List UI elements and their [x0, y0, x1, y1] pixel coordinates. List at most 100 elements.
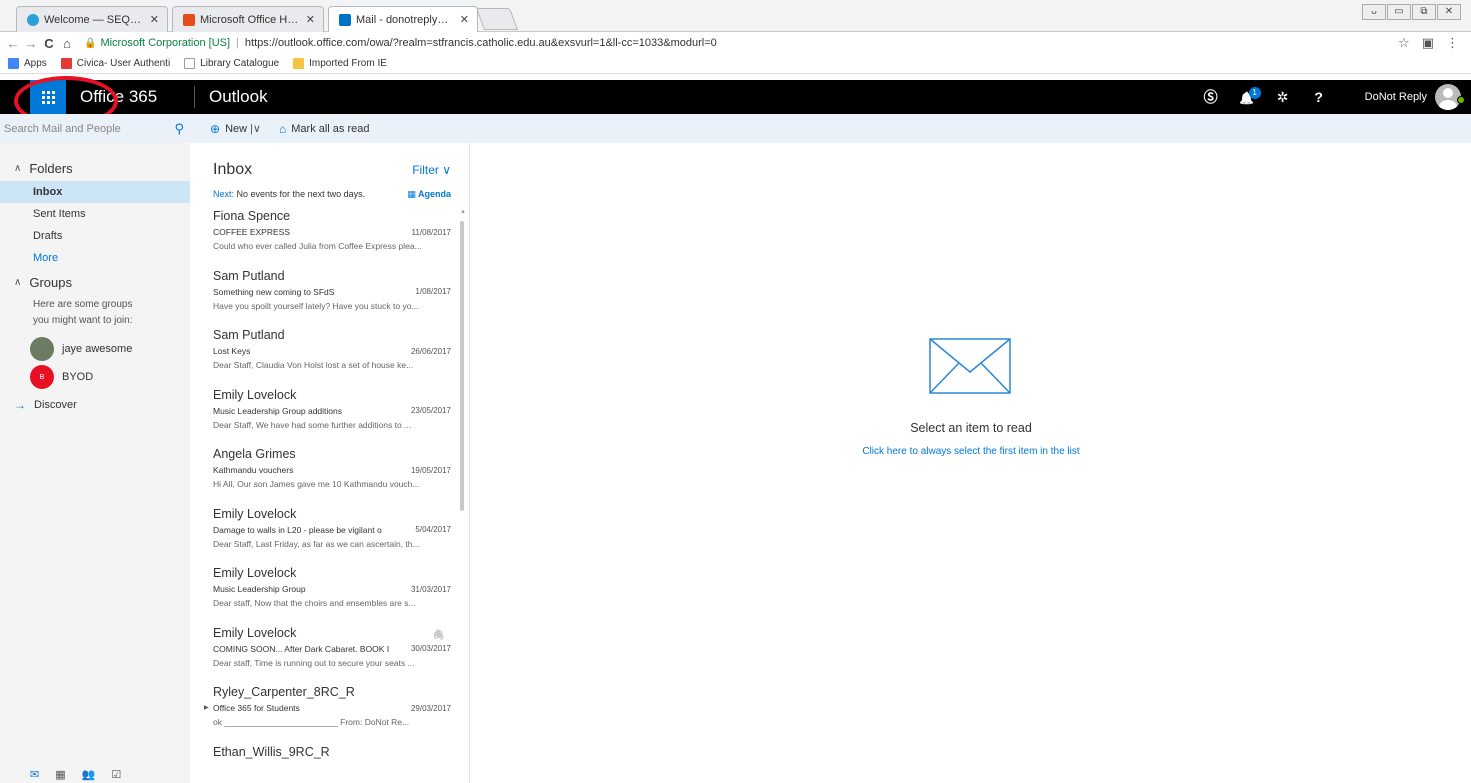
message-date: 19/05/2017: [410, 465, 451, 475]
civica-icon: [60, 58, 72, 69]
groups-header[interactable]: ∧ Groups: [0, 269, 190, 295]
user-name[interactable]: DoNot Reply: [1365, 91, 1427, 103]
folder-sent-items[interactable]: Sent Items: [0, 203, 190, 225]
select-first-item-link[interactable]: Click here to always select the first it…: [471, 446, 1471, 457]
message-preview: Could who ever called Julia from Coffee …: [213, 241, 422, 251]
forward-button[interactable]: →: [22, 36, 40, 51]
filter-dropdown[interactable]: Filter ∨: [412, 163, 451, 177]
people-icon[interactable]: 👥: [82, 768, 96, 781]
groups-note: Here are some groups you might want to j…: [33, 299, 133, 326]
message-subject: Lost Keys: [213, 346, 251, 356]
envelope-icon: [929, 338, 1011, 394]
folder-icon: [293, 58, 305, 69]
command-bar: Search Mail and People ⚲ ⊕ New |∨ ⌂ Mark…: [0, 114, 1471, 143]
security-label: Microsoft Corporation [US]: [100, 37, 231, 49]
mark-all-read-button[interactable]: ⌂ Mark all as read: [279, 122, 370, 136]
discover-groups-link[interactable]: → Discover: [0, 393, 190, 417]
gear-icon[interactable]: ✲: [1265, 89, 1301, 106]
message-preview: Dear Staff, Claudia Von Holst lost a set…: [213, 360, 414, 370]
back-button[interactable]: ←: [4, 36, 22, 51]
message-item[interactable]: Emily Lovelock Music Leadership Group ad…: [190, 382, 469, 442]
search-input[interactable]: Search Mail and People: [4, 123, 174, 135]
browser-tab-seqta[interactable]: Welcome — SEQTA Teac ✕: [16, 6, 168, 32]
message-sender: Fiona Spence: [213, 209, 291, 223]
close-tab-icon[interactable]: ✕: [460, 13, 469, 26]
bookmark-library[interactable]: Library Catalogue: [184, 58, 279, 69]
search-box[interactable]: Search Mail and People ⚲: [0, 114, 190, 143]
folder-inbox[interactable]: Inbox: [0, 181, 190, 203]
agenda-link[interactable]: ▦ Agenda: [407, 189, 451, 200]
help-icon[interactable]: ?: [1301, 89, 1337, 105]
home-button[interactable]: ⌂: [58, 36, 76, 51]
next-events-row: Next: No events for the next two days. ▦…: [213, 188, 451, 200]
address-bar[interactable]: 🔒 Microsoft Corporation [US] | https://o…: [84, 33, 1386, 53]
search-icon[interactable]: ⚲: [174, 121, 184, 137]
expand-conversation-icon[interactable]: ▶: [204, 704, 209, 711]
bookmark-star-icon[interactable]: ☆: [1398, 35, 1410, 51]
folders-header[interactable]: ∧ Folders: [0, 155, 190, 181]
app-launcher-button[interactable]: [30, 80, 66, 114]
app-name[interactable]: Outlook: [209, 87, 268, 107]
more-folders-link[interactable]: More: [0, 247, 190, 269]
message-date: 26/06/2017: [410, 346, 451, 356]
user-profile-icon[interactable]: ᴗ: [1362, 4, 1386, 20]
browser-toolbar: ← → C ⌂ 🔒 Microsoft Corporation [US] | h…: [0, 32, 1471, 54]
close-window-button[interactable]: ✕: [1437, 4, 1461, 20]
url-text[interactable]: https://outlook.office.com/owa/?realm=st…: [245, 37, 717, 49]
folder-pane: ∧ Folders Inbox Sent Items Drafts More ∧…: [0, 143, 190, 783]
reading-pane: Select an item to read Click here to alw…: [471, 143, 1471, 783]
message-preview: Have you spoilt yourself lately? Have yo…: [213, 300, 419, 311]
bookmark-apps[interactable]: Apps: [8, 58, 47, 69]
close-tab-icon[interactable]: ✕: [150, 13, 159, 26]
tasks-icon[interactable]: ☑: [111, 768, 121, 781]
browser-tab-office-home[interactable]: Microsoft Office Home ✕: [172, 6, 324, 32]
header-actions: Ⓢ 🔔 1 ✲ ? DoNot Reply: [1193, 80, 1471, 114]
group-byod[interactable]: B BYOD: [0, 363, 190, 391]
attachment-icon: 🖇: [432, 629, 445, 641]
message-date: 31/03/2017: [410, 584, 451, 594]
arrow-right-icon: →: [14, 398, 26, 412]
browser-tab-mail[interactable]: Mail - donotreply@stfran ✕: [328, 6, 478, 32]
message-subject: Kathmandu vouchers: [213, 465, 294, 475]
message-subject: Damage to walls in L20 - please be vigil…: [213, 524, 382, 535]
message-item[interactable]: Ethan_Willis_9RC_R: [190, 739, 469, 783]
bell-icon[interactable]: 🔔 1: [1229, 87, 1265, 105]
message-item[interactable]: Ryley_Carpenter_8RC_R ▶ Office 365 for S…: [190, 679, 469, 739]
group-jaye-awesome[interactable]: jaye awesome: [0, 335, 190, 363]
group-avatar: [30, 337, 54, 361]
mail-icon[interactable]: ✉: [30, 768, 39, 781]
browser-tab-strip: Welcome — SEQTA Teac ✕ Microsoft Office …: [0, 0, 1471, 32]
message-subject: Music Leadership Group additions: [213, 405, 342, 416]
message-sender: Ethan_Willis_9RC_R: [213, 744, 330, 759]
reload-button[interactable]: C: [40, 36, 58, 51]
waffle-icon: [41, 90, 55, 104]
empty-reading-title: Select an item to read: [910, 421, 1032, 435]
folder-drafts[interactable]: Drafts: [0, 225, 190, 247]
office365-brand[interactable]: Office 365: [80, 87, 188, 107]
message-item[interactable]: Emily Lovelock Music Leadership Group 31/…: [190, 560, 469, 620]
bookmark-imported[interactable]: Imported From IE: [293, 58, 387, 69]
message-item[interactable]: Angela Grimes Kathmandu vouchers 19/05/20…: [190, 441, 469, 501]
notification-badge: 1: [1248, 87, 1261, 99]
new-tab-button[interactable]: [475, 8, 519, 30]
close-tab-icon[interactable]: ✕: [306, 13, 315, 26]
message-preview: ok ________________________ From: DoNot …: [213, 717, 410, 727]
restore-button[interactable]: ⧉: [1412, 4, 1436, 20]
calendar-icon[interactable]: ▦: [55, 768, 65, 781]
skype-icon[interactable]: Ⓢ: [1193, 87, 1229, 107]
message-date: 1/08/2017: [415, 287, 451, 296]
new-button[interactable]: ⊕ New |∨: [210, 122, 261, 136]
message-item[interactable]: Emily Lovelock Damage to walls in L20 - …: [190, 501, 469, 561]
chevron-down-icon[interactable]: |∨: [250, 122, 261, 135]
message-item[interactable]: Sam Putland Lost Keys 26/06/2017 Dear Sta…: [190, 322, 469, 382]
menu-icon[interactable]: ⋮: [1446, 35, 1459, 51]
minimize-button[interactable]: ▭: [1387, 4, 1411, 20]
inbox-header: Inbox Filter ∨: [190, 155, 469, 185]
message-item[interactable]: Fiona Spence COFFEE EXPRESS 11/08/2017 Co…: [190, 203, 469, 263]
message-item[interactable]: Sam Putland Something new coming to SFdS…: [190, 263, 469, 323]
bookmark-civica[interactable]: Civica- User Authenti: [60, 58, 170, 69]
presence-status-icon: [1457, 96, 1465, 104]
office-favicon-icon: [183, 13, 195, 26]
extension-icon[interactable]: ▣: [1422, 35, 1434, 51]
message-item[interactable]: Emily Lovelock 🖇 COMING SOON... After Da…: [190, 620, 469, 680]
